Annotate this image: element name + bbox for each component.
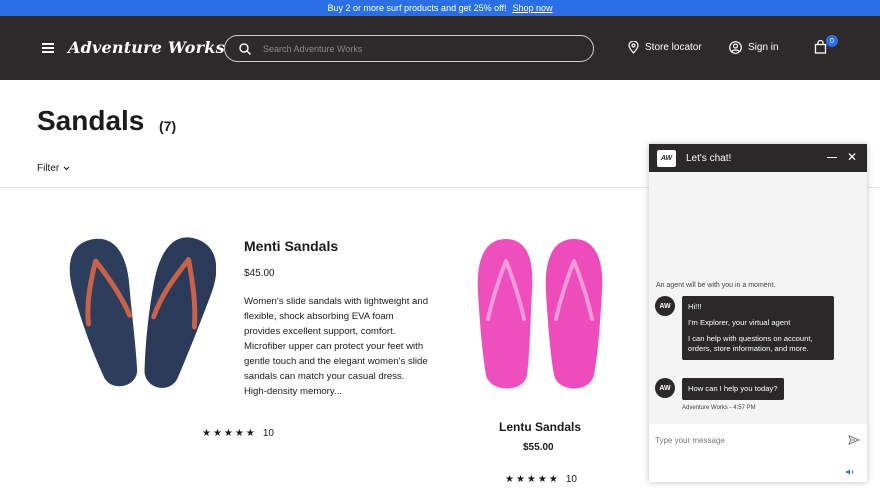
product-name[interactable]: Lentu Sandals — [499, 420, 581, 434]
chat-message-bubble: Hi!!! I'm Explorer, your virtual agent I… — [682, 296, 834, 360]
product-image-lentu[interactable] — [472, 235, 610, 395]
product-count: (7) — [159, 118, 177, 134]
star-rating-icon: ★★★★★ — [202, 428, 257, 439]
promo-text: Buy 2 or more surf products and get 25% … — [327, 3, 507, 13]
chat-header: AW Let's chat! ✕ — [649, 144, 867, 172]
chat-title: Let's chat! — [686, 152, 732, 164]
product-price: $45.00 — [244, 268, 275, 279]
chat-widget: AW Let's chat! ✕ An agent will be with y… — [649, 144, 867, 482]
search-input[interactable] — [263, 43, 583, 54]
chevron-down-icon — [63, 166, 70, 171]
close-icon[interactable]: ✕ — [847, 150, 857, 164]
product-price: $55.00 — [523, 442, 554, 453]
star-rating-icon: ★★★★★ — [505, 474, 560, 485]
chat-message: Hi!!! — [688, 302, 702, 311]
store-locator-label: Store locator — [645, 42, 702, 53]
product-name[interactable]: Menti Sandals — [244, 238, 338, 254]
chat-message-input[interactable] — [655, 436, 835, 445]
brand-logo[interactable]: Adventure Works — [68, 38, 225, 57]
product-description: Women's slide sandals with lightweight a… — [244, 296, 429, 397]
store-locator-button[interactable]: Store locator — [628, 41, 702, 54]
shop-now-link[interactable]: Shop now — [512, 3, 552, 13]
send-icon[interactable] — [848, 435, 860, 445]
menu-icon[interactable] — [42, 43, 54, 53]
chat-input-area — [649, 424, 867, 482]
chat-message: I'm Explorer, your virtual agent — [688, 318, 791, 327]
product-rating: ★★★★★ 10 — [202, 428, 274, 439]
cart-count-badge: 0 — [826, 35, 838, 47]
sign-in-label: Sign in — [748, 42, 779, 53]
agent-avatar: AW — [655, 378, 675, 398]
review-count: 10 — [262, 428, 274, 439]
chat-message: I can help with questions on account, or… — [688, 334, 813, 353]
filter-dropdown[interactable]: Filter — [37, 163, 70, 174]
cart-button[interactable]: 0 — [814, 35, 838, 59]
site-header: Adventure Works Store locator Sign in 0 — [0, 16, 880, 80]
agent-avatar: AW — [655, 296, 675, 316]
page-title: Sandals — [37, 105, 145, 136]
message-timestamp: Adventure Works - 4:57 PM — [682, 405, 756, 411]
filter-label: Filter — [37, 163, 60, 174]
shopping-bag-icon — [814, 39, 827, 54]
chat-logo: AW — [657, 149, 676, 167]
speaker-icon[interactable] — [845, 468, 855, 476]
sign-in-button[interactable]: Sign in — [729, 41, 779, 54]
product-rating: ★★★★★ 10 — [505, 474, 577, 485]
minimize-icon[interactable] — [827, 152, 837, 164]
chat-message-bubble: How can I help you today? — [682, 378, 784, 400]
location-pin-icon — [628, 41, 639, 54]
review-count: 10 — [565, 474, 577, 485]
promo-banner: Buy 2 or more surf products and get 25% … — [0, 0, 880, 16]
chat-message: How can I help you today? — [688, 384, 778, 393]
user-icon — [729, 41, 742, 54]
chat-transcript: An agent will be with you in a moment. A… — [649, 172, 867, 424]
search-bar[interactable] — [224, 35, 594, 62]
agent-note: An agent will be with you in a moment. — [656, 282, 776, 289]
product-image-menti[interactable] — [66, 230, 216, 400]
search-icon — [239, 42, 251, 55]
